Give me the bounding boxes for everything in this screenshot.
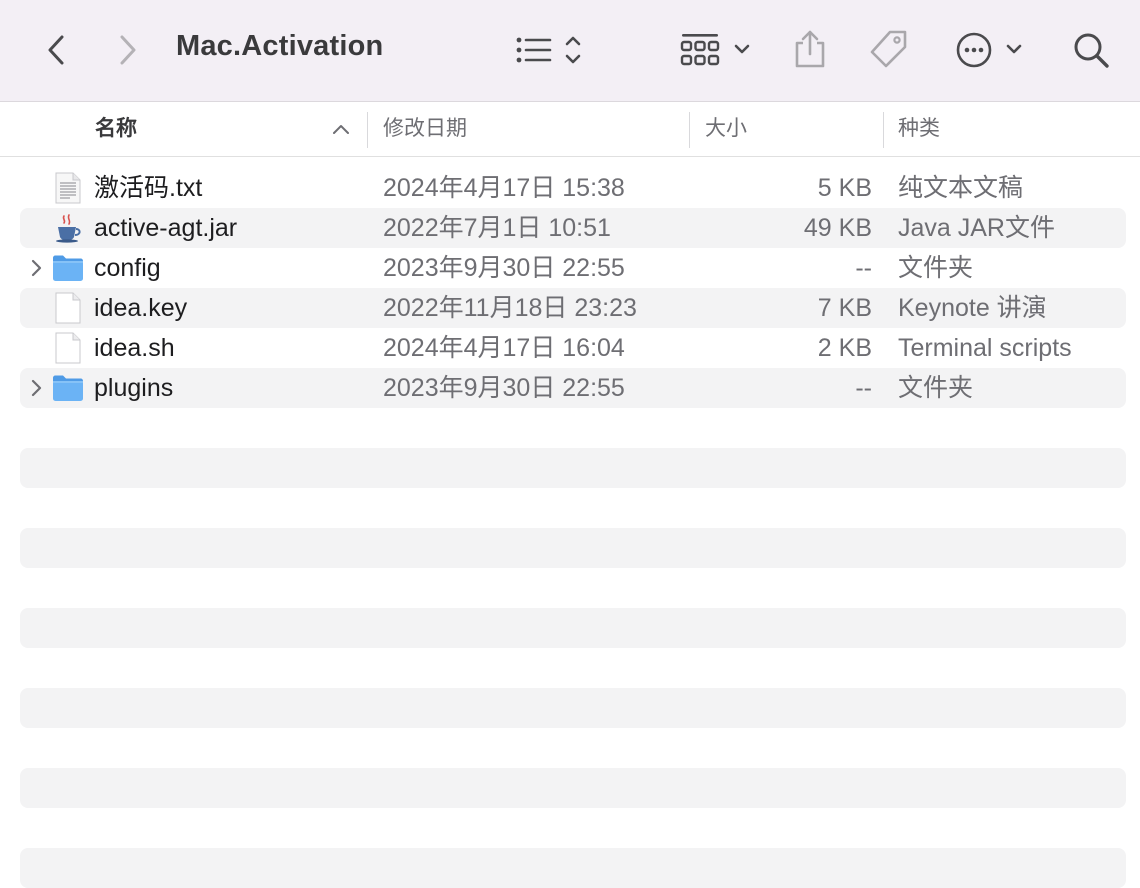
file-size: -- xyxy=(855,374,872,402)
column-divider[interactable] xyxy=(367,112,368,148)
more-actions-button[interactable] xyxy=(954,30,1026,70)
tag-icon xyxy=(868,28,910,70)
folder-icon xyxy=(52,252,84,284)
column-divider[interactable] xyxy=(883,112,884,148)
column-divider[interactable] xyxy=(689,112,690,148)
disclosure-chevron-icon[interactable] xyxy=(30,377,44,399)
file-size: 49 KB xyxy=(803,214,872,242)
forward-button[interactable] xyxy=(112,30,144,70)
file-date: 2023年9月30日 22:55 xyxy=(383,254,625,282)
back-button[interactable] xyxy=(40,30,72,70)
search-icon xyxy=(1071,30,1111,70)
list-view-icon xyxy=(512,32,588,68)
file-size: 5 KB xyxy=(817,174,872,202)
search-button[interactable] xyxy=(1070,30,1112,70)
file-kind: Terminal scripts xyxy=(898,334,1072,362)
empty-stripe-row xyxy=(20,528,1126,568)
document-icon xyxy=(52,332,84,364)
text-file-icon xyxy=(52,172,84,204)
toolbar: Mac.Activation xyxy=(0,0,1140,102)
column-header-date[interactable]: 修改日期 xyxy=(383,102,467,156)
java-coffee-icon xyxy=(52,212,84,244)
file-size: 7 KB xyxy=(817,294,872,322)
column-header-bar: 名称 修改日期 大小 种类 xyxy=(0,102,1140,157)
tag-button[interactable] xyxy=(868,28,910,70)
sort-ascending-icon[interactable] xyxy=(332,122,350,141)
share-icon xyxy=(792,28,828,70)
file-name[interactable]: 激活码.txt xyxy=(94,168,202,208)
file-name[interactable]: config xyxy=(94,248,161,288)
folder-row[interactable]: plugins 2023年9月30日 22:55 -- 文件夹 xyxy=(20,368,1126,408)
file-row[interactable]: 激活码.txt 2024年4月17日 15:38 5 KB 纯文本文稿 xyxy=(20,168,1126,208)
file-row[interactable]: idea.key 2022年11月18日 23:23 7 KB Keynote … xyxy=(20,288,1126,328)
file-date: 2023年9月30日 22:55 xyxy=(383,374,625,402)
file-name[interactable]: idea.key xyxy=(94,288,187,328)
file-kind: 文件夹 xyxy=(898,254,974,282)
file-date: 2024年4月17日 16:04 xyxy=(383,334,625,362)
chevron-right-icon xyxy=(119,34,137,66)
file-date: 2022年7月1日 10:51 xyxy=(383,214,611,242)
file-size: -- xyxy=(855,254,872,282)
column-header-kind[interactable]: 种类 xyxy=(898,102,940,156)
file-row[interactable]: active-agt.jar 2022年7月1日 10:51 49 KB Jav… xyxy=(20,208,1126,248)
document-icon xyxy=(52,292,84,324)
file-name[interactable]: active-agt.jar xyxy=(94,208,237,248)
file-kind: 纯文本文稿 xyxy=(898,174,1024,202)
window-title: Mac.Activation xyxy=(176,30,384,62)
file-list: 激活码.txt 2024年4月17日 15:38 5 KB 纯文本文稿 acti… xyxy=(0,168,1140,408)
chevron-left-icon xyxy=(47,34,65,66)
file-date: 2022年11月18日 23:23 xyxy=(383,294,637,322)
file-name[interactable]: plugins xyxy=(94,368,173,408)
file-row[interactable]: idea.sh 2024年4月17日 16:04 2 KB Terminal s… xyxy=(20,328,1126,368)
column-header-name[interactable]: 名称 xyxy=(95,102,137,156)
share-button[interactable] xyxy=(792,28,828,70)
folder-icon xyxy=(52,372,84,404)
file-date: 2024年4月17日 15:38 xyxy=(383,174,625,202)
file-kind: 文件夹 xyxy=(898,374,974,402)
column-header-size[interactable]: 大小 xyxy=(705,102,747,156)
empty-stripe-row xyxy=(20,448,1126,488)
file-kind: Java JAR文件 xyxy=(898,214,1055,242)
group-button[interactable] xyxy=(680,30,754,70)
view-mode-button[interactable] xyxy=(512,32,588,68)
ellipsis-circle-icon xyxy=(954,30,1026,70)
disclosure-chevron-icon[interactable] xyxy=(30,257,44,279)
empty-stripe-row xyxy=(20,848,1126,888)
empty-stripe-row xyxy=(20,688,1126,728)
folder-row[interactable]: config 2023年9月30日 22:55 -- 文件夹 xyxy=(20,248,1126,288)
empty-stripe-row xyxy=(20,768,1126,808)
empty-stripe-row xyxy=(20,608,1126,648)
file-kind: Keynote 讲演 xyxy=(898,294,1047,322)
file-size: 2 KB xyxy=(817,334,872,362)
file-name[interactable]: idea.sh xyxy=(94,328,175,368)
grid-group-icon xyxy=(680,30,754,70)
